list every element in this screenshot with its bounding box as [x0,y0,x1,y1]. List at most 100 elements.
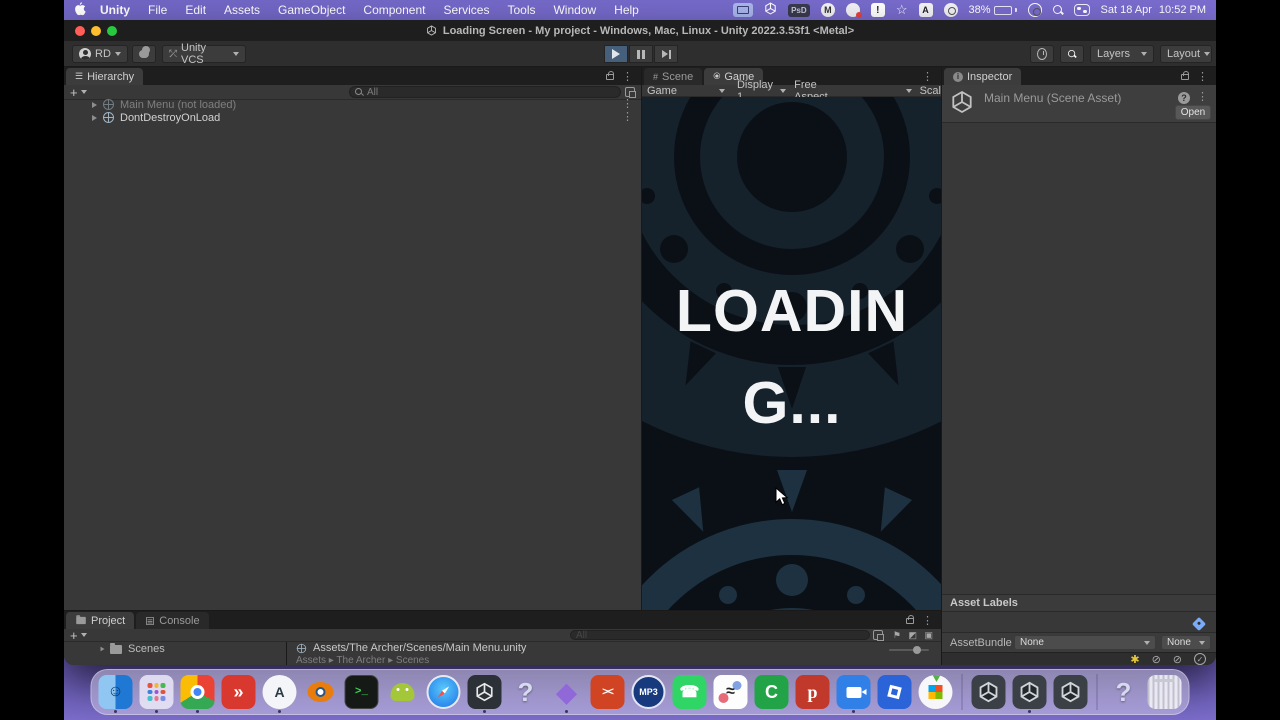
dock-item-android-studio[interactable]: A [262,672,298,712]
dock-item-draw-app[interactable]: ≈ [713,672,749,712]
hierarchy-search-input[interactable] [367,86,615,98]
tab-inspector[interactable]: i Inspector [944,68,1022,85]
chevron-down-icon[interactable] [80,633,87,637]
dock-item-blender[interactable] [303,672,339,712]
create-add-button[interactable]: + [70,628,78,643]
project-search-input[interactable] [576,629,864,641]
kebab-menu-icon[interactable]: ⋮ [1197,72,1208,83]
dock-item-remote-desktop[interactable]: >< [590,672,626,712]
display-mode-dropdown[interactable]: Game [647,85,677,97]
dock-item-mp3[interactable]: MP3 [631,672,667,712]
thumbnail-zoom-slider[interactable] [889,646,929,654]
tab-hierarchy[interactable]: ☰ Hierarchy [66,68,144,85]
kebab-menu-icon[interactable]: ⋮ [1197,92,1208,103]
lock-icon[interactable] [1181,71,1189,80]
menu-component[interactable]: Component [363,3,425,17]
selected-asset-path[interactable]: Assets/The Archer/Scenes/Main Menu.unity [296,642,896,654]
undo-history-button[interactable] [1030,45,1054,63]
layout-dropdown[interactable]: Layout [1160,45,1212,63]
cache-server-disabled-icon[interactable]: ⊘ [1173,653,1182,666]
battery-indicator[interactable]: 38% [969,4,1017,16]
menu-edit[interactable]: Edit [185,3,206,17]
dock-item-trash[interactable] [1147,672,1183,712]
scene-picker-icon[interactable] [625,87,636,98]
game-view[interactable]: LOADIN G... [642,97,942,610]
close-window-button[interactable] [75,26,85,36]
exclamation-icon[interactable]: ! [870,3,885,17]
m-app-icon[interactable]: M [820,3,835,17]
kebab-menu-icon[interactable]: ⋮ [622,99,633,110]
save-search-icon[interactable] [873,630,884,641]
dock-item-launchpad[interactable] [139,672,175,712]
hierarchy-row-main-menu[interactable]: Main Menu (not loaded) ⋮ [64,98,641,111]
unity-status-icon[interactable] [764,2,777,18]
lock-icon[interactable] [606,71,614,80]
hierarchy-search[interactable] [349,86,621,98]
dock-item-red-arrows[interactable]: » [221,672,257,712]
dock-item-ms365[interactable] [918,672,954,712]
menu-assets[interactable]: Assets [224,3,260,17]
dock-item-unity-editor-a[interactable] [971,672,1007,712]
open-scene-button[interactable]: Open [1175,105,1211,120]
cloud-services-button[interactable] [132,45,156,63]
assetbundle-variant-dropdown[interactable]: None [1161,635,1211,650]
kebab-menu-icon[interactable]: ⋮ [922,72,933,83]
kebab-menu-icon[interactable]: ⋮ [622,112,633,123]
link-icon[interactable] [1027,3,1042,17]
menu-bar-date[interactable]: Sat 18 Apr [1101,4,1152,16]
minimize-window-button[interactable] [91,26,101,36]
dock-item-roblox[interactable] [877,672,913,712]
dock-item-finder[interactable]: ☺ [98,672,134,712]
menu-bar-time[interactable]: 10:52 PM [1159,4,1206,16]
dock-item-safari[interactable] [426,672,462,712]
assetbundle-dropdown[interactable]: None [1014,635,1156,650]
dock-item-chrome[interactable] [180,672,216,712]
asset-labels-header[interactable]: Asset Labels [942,594,1216,612]
tab-scene[interactable]: # Scene [644,68,703,85]
dock-item-unknown-1[interactable]: ? [508,672,544,712]
menu-window[interactable]: Window [553,3,596,17]
menu-unity[interactable]: Unity [100,3,130,17]
dock-item-whatsapp[interactable]: ☎ [672,672,708,712]
spotlight-search-icon[interactable] [1052,5,1063,15]
hotspot-icon[interactable] [943,3,958,17]
psd-badge-icon[interactable]: PsD [787,3,810,17]
screen-sharing-icon[interactable] [732,3,753,17]
dock-item-screen-recorder[interactable] [836,672,872,712]
menu-tools[interactable]: Tools [507,3,535,17]
hidden-count-icon[interactable]: ◩ [908,630,917,641]
cache-server-icon[interactable]: ⊘ [1152,653,1161,666]
menu-gameobject[interactable]: GameObject [278,3,345,17]
project-search[interactable] [570,629,870,641]
expand-arrow-icon[interactable] [100,646,105,652]
play-button[interactable] [604,45,628,63]
hierarchy-row-dontdestroyonload[interactable]: DontDestroyOnLoad ⋮ [64,111,641,124]
dock-item-android-tool[interactable] [385,672,421,712]
dock-item-camtasia[interactable]: C [754,672,790,712]
help-icon[interactable]: ? [1178,92,1190,104]
packages-filter-icon[interactable]: ▣ [924,630,933,641]
bookmark-icon[interactable]: ⚑ [893,630,901,641]
layers-dropdown[interactable]: Layers [1090,45,1154,63]
chevron-down-icon[interactable] [80,90,87,94]
kebab-menu-icon[interactable]: ⋮ [622,72,633,83]
dock-item-unity-editor-b[interactable] [1012,672,1048,712]
window-title-bar[interactable]: Loading Screen - My project - Windows, M… [64,20,1216,41]
menu-help[interactable]: Help [614,3,639,17]
tab-console[interactable]: Console [136,612,209,629]
label-tag-icon[interactable] [1191,616,1207,632]
vpn-shield-icon[interactable] [845,3,862,18]
control-center-icon[interactable] [1073,4,1090,16]
debug-paw-icon[interactable]: ✱ [1130,653,1139,666]
expand-arrow-icon[interactable] [92,101,97,108]
step-button[interactable] [654,45,678,63]
expand-arrow-icon[interactable] [92,114,97,121]
apple-menu-icon[interactable] [74,1,86,19]
dock-item-terminal[interactable]: >_ [344,672,380,712]
search-button[interactable] [1060,45,1084,63]
dock-item-visual-studio[interactable]: ◆ [549,672,585,712]
dock-item-unity-hub[interactable] [467,672,503,712]
activity-check-icon[interactable]: ✓ [1194,653,1206,665]
pause-button[interactable] [629,45,653,63]
zoom-window-button[interactable] [107,26,117,36]
